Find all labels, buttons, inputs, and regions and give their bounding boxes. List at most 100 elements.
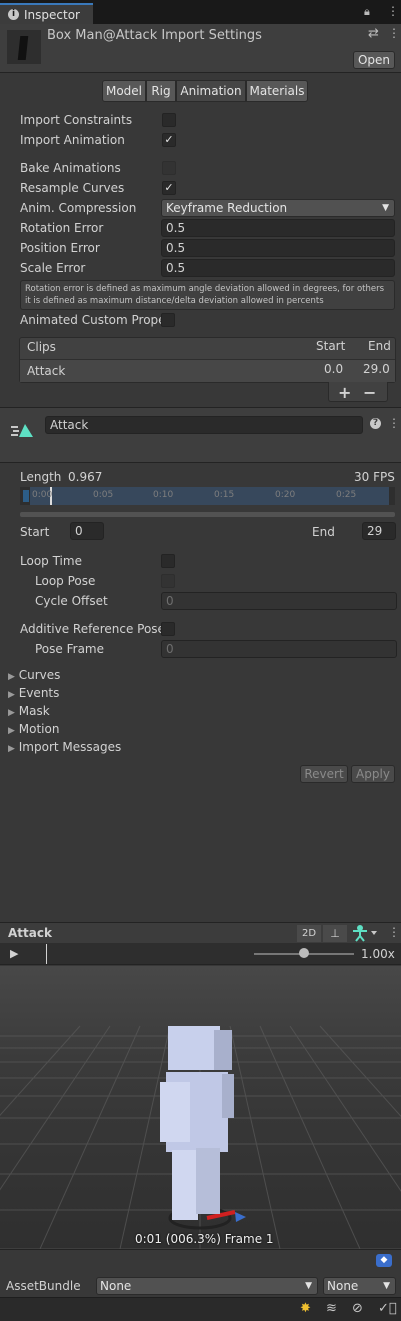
clip-start: 0.0 — [324, 362, 344, 376]
cycle-offset-field: 0 — [161, 592, 397, 610]
clip-menu-icon[interactable]: ⋮ — [388, 416, 400, 430]
clip-name-field[interactable]: Attack — [45, 416, 363, 434]
chevron-down-icon: ▼ — [383, 1281, 390, 1291]
asset-title: Box Man@Attack Import Settings — [47, 28, 262, 43]
check-status-icon[interactable]: ✓⃝ — [378, 1301, 397, 1316]
tick-label: 0:10 — [153, 490, 174, 500]
pivot-icon[interactable]: ⊥ — [323, 925, 347, 942]
tick-label: 0:00 — [32, 490, 53, 500]
tab-rig[interactable]: Rig — [146, 80, 176, 102]
length-value: 0.967 — [68, 470, 103, 484]
foldout-mask[interactable]: ▶ Mask — [8, 704, 50, 718]
avatar-icon[interactable] — [350, 924, 380, 942]
clip-name: Attack — [27, 364, 66, 378]
variant-dropdown[interactable]: None ▼ — [323, 1277, 396, 1295]
assetbundle-label: AssetBundle — [6, 1279, 81, 1293]
loop-pose-label: Loop Pose — [35, 574, 96, 588]
help-box: Rotation error is defined as maximum ang… — [20, 280, 395, 310]
tag-icon[interactable]: ◆ — [376, 1254, 392, 1267]
scrub-playhead[interactable] — [46, 944, 47, 964]
assetbundle-dropdown[interactable]: None ▼ — [96, 1277, 318, 1295]
rotation-error-field[interactable]: 0.5 — [161, 219, 395, 237]
chevron-down-icon: ▼ — [305, 1281, 312, 1291]
revert-button[interactable]: Revert — [300, 765, 348, 783]
mode-2d-button[interactable]: 2D — [297, 925, 321, 942]
foldout-label: Mask — [18, 704, 50, 718]
play-icon[interactable]: ▶ — [10, 947, 18, 960]
timeline-ruler[interactable]: 0:00 0:05 0:10 0:15 0:20 0:25 — [20, 487, 395, 505]
resample-curves-label: Resample Curves — [20, 181, 125, 195]
foldout-label: Motion — [18, 722, 60, 736]
loop-time-checkbox[interactable] — [161, 554, 175, 568]
tab-animation[interactable]: Animation — [176, 80, 246, 102]
scale-error-field[interactable]: 0.5 — [161, 259, 395, 277]
tab-model[interactable]: Model — [102, 80, 146, 102]
preset-icon[interactable]: ⇄ — [368, 26, 379, 41]
start-field[interactable]: 0 — [70, 522, 104, 540]
preview-title: Attack — [8, 926, 52, 940]
list-footer — [328, 382, 388, 402]
foldout-events[interactable]: ▶ Events — [8, 686, 59, 700]
clips-start-header: Start — [316, 339, 346, 353]
kebab-menu-icon[interactable]: ⋮ — [387, 4, 399, 18]
tick-label: 0:25 — [336, 490, 357, 500]
chevron-right-icon: ▶ — [8, 708, 15, 718]
chevron-right-icon: ▶ — [8, 690, 15, 700]
timeline-scrollbar[interactable] — [20, 512, 395, 517]
help-icon[interactable]: ? — [370, 418, 381, 429]
import-animation-checkbox[interactable]: ✓ — [162, 133, 176, 147]
lock-icon[interactable]: 🔒︎ — [364, 5, 370, 19]
additive-ref-checkbox[interactable] — [161, 622, 175, 636]
model-thumbnail — [7, 30, 41, 64]
animated-custom-checkbox[interactable] — [161, 313, 175, 327]
import-animation-label: Import Animation — [20, 133, 125, 147]
end-field[interactable]: 29 — [362, 522, 396, 540]
preview-status: 0:01 (006.3%) Frame 1 — [135, 1232, 274, 1246]
assetbundle-value: None — [100, 1279, 132, 1293]
foldout-curves[interactable]: ▶ Curves — [8, 668, 60, 682]
chevron-down-icon: ▼ — [382, 203, 389, 213]
preview-viewport[interactable]: 0:01 (006.3%) Frame 1 — [0, 966, 401, 1249]
bake-animations-checkbox — [162, 161, 176, 175]
foldout-motion[interactable]: ▶ Motion — [8, 722, 59, 736]
chevron-right-icon: ▶ — [8, 744, 15, 754]
loop-time-label: Loop Time — [20, 554, 82, 568]
tab-inspector[interactable]: i Inspector — [0, 3, 93, 24]
foldout-label: Import Messages — [18, 740, 122, 754]
divider — [0, 462, 401, 463]
tab-bar: i Inspector 🔒︎ ⋮ — [0, 0, 401, 24]
start-label: Start — [20, 525, 50, 539]
clips-end-header: End — [368, 339, 391, 353]
tab-materials[interactable]: Materials — [246, 80, 308, 102]
network-icon[interactable]: ⊘ — [352, 1301, 363, 1316]
animated-custom-label: Animated Custom Proper — [20, 313, 171, 327]
import-constraints-checkbox[interactable] — [162, 113, 176, 127]
start-marker[interactable] — [23, 490, 29, 502]
divider — [0, 72, 401, 73]
open-button[interactable]: Open — [353, 51, 395, 69]
remove-clip-button[interactable]: − — [363, 383, 376, 402]
rotation-error-label: Rotation Error — [20, 221, 104, 235]
foldout-label: Events — [18, 686, 60, 700]
anim-compression-dropdown[interactable]: Keyframe Reduction ▼ — [161, 199, 395, 217]
bake-animations-label: Bake Animations — [20, 161, 121, 175]
layers-icon[interactable]: ≋ — [326, 1301, 337, 1316]
speed-slider-thumb[interactable] — [299, 948, 309, 958]
add-clip-button[interactable]: + — [338, 383, 351, 402]
chevron-right-icon: ▶ — [8, 672, 15, 682]
help-text: Rotation error is defined as maximum ang… — [25, 284, 385, 306]
resample-curves-checkbox[interactable]: ✓ — [162, 181, 176, 195]
length-label: Length — [20, 470, 62, 484]
fps-label: 30 FPS — [354, 470, 395, 484]
position-error-field[interactable]: 0.5 — [161, 239, 395, 257]
preview-menu-icon[interactable]: ⋮ — [388, 925, 400, 939]
debug-icon[interactable]: ✸ — [300, 1301, 311, 1316]
tick-label: 0:15 — [214, 490, 235, 500]
table-row[interactable]: Attack 0.0 29.0 — [20, 359, 395, 382]
foldout-import-messages[interactable]: ▶ Import Messages — [8, 740, 121, 754]
apply-button[interactable]: Apply — [351, 765, 395, 783]
pose-frame-field: 0 — [161, 640, 397, 658]
import-constraints-label: Import Constraints — [20, 113, 133, 127]
scale-error-label: Scale Error — [20, 261, 86, 275]
settings-menu-icon[interactable]: ⋮ — [388, 26, 400, 40]
